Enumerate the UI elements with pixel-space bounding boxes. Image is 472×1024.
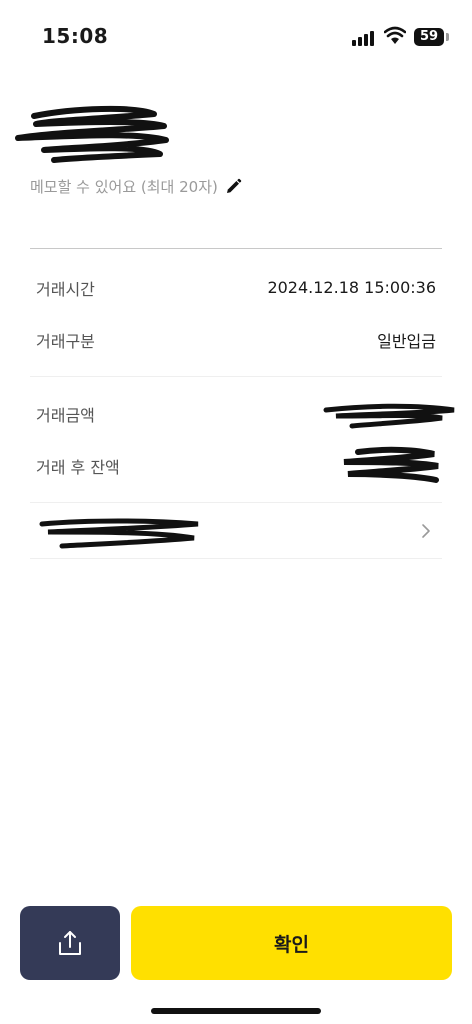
row-divider (30, 376, 442, 377)
share-icon (59, 931, 81, 955)
row-divider (30, 502, 442, 503)
chevron-right-icon (422, 524, 430, 538)
transaction-amount-label: 거래금액 (36, 406, 95, 425)
status-bar: 15:08 59 (0, 0, 472, 70)
status-time: 15:08 (42, 24, 109, 48)
memo-row[interactable]: 메모할 수 있어요 (최대 20자) (30, 176, 242, 197)
transaction-type-label: 거래구분 (36, 332, 95, 351)
battery-icon: 59 (414, 28, 444, 46)
balance-after-label: 거래 후 잔액 (36, 458, 120, 477)
redacted-link-text (39, 518, 199, 549)
transaction-time-value: 2024.12.18 15:00:36 (267, 278, 436, 297)
wifi-icon (384, 26, 406, 44)
memo-placeholder: 메모할 수 있어요 (최대 20자) (30, 178, 218, 196)
share-button[interactable] (20, 906, 120, 980)
redacted-balance (343, 446, 439, 483)
battery-tip (446, 33, 449, 41)
row-divider (30, 558, 442, 559)
redacted-title (15, 105, 169, 163)
link-row[interactable] (30, 504, 442, 558)
transaction-type-value: 일반입금 (377, 332, 436, 351)
pencil-icon[interactable] (224, 178, 242, 196)
home-indicator (151, 1008, 321, 1014)
redacted-amount (323, 403, 455, 429)
transaction-time-label: 거래시간 (36, 280, 95, 299)
confirm-button[interactable]: 확인 (131, 906, 452, 980)
section-divider (30, 248, 442, 249)
signal-icon (352, 30, 378, 46)
